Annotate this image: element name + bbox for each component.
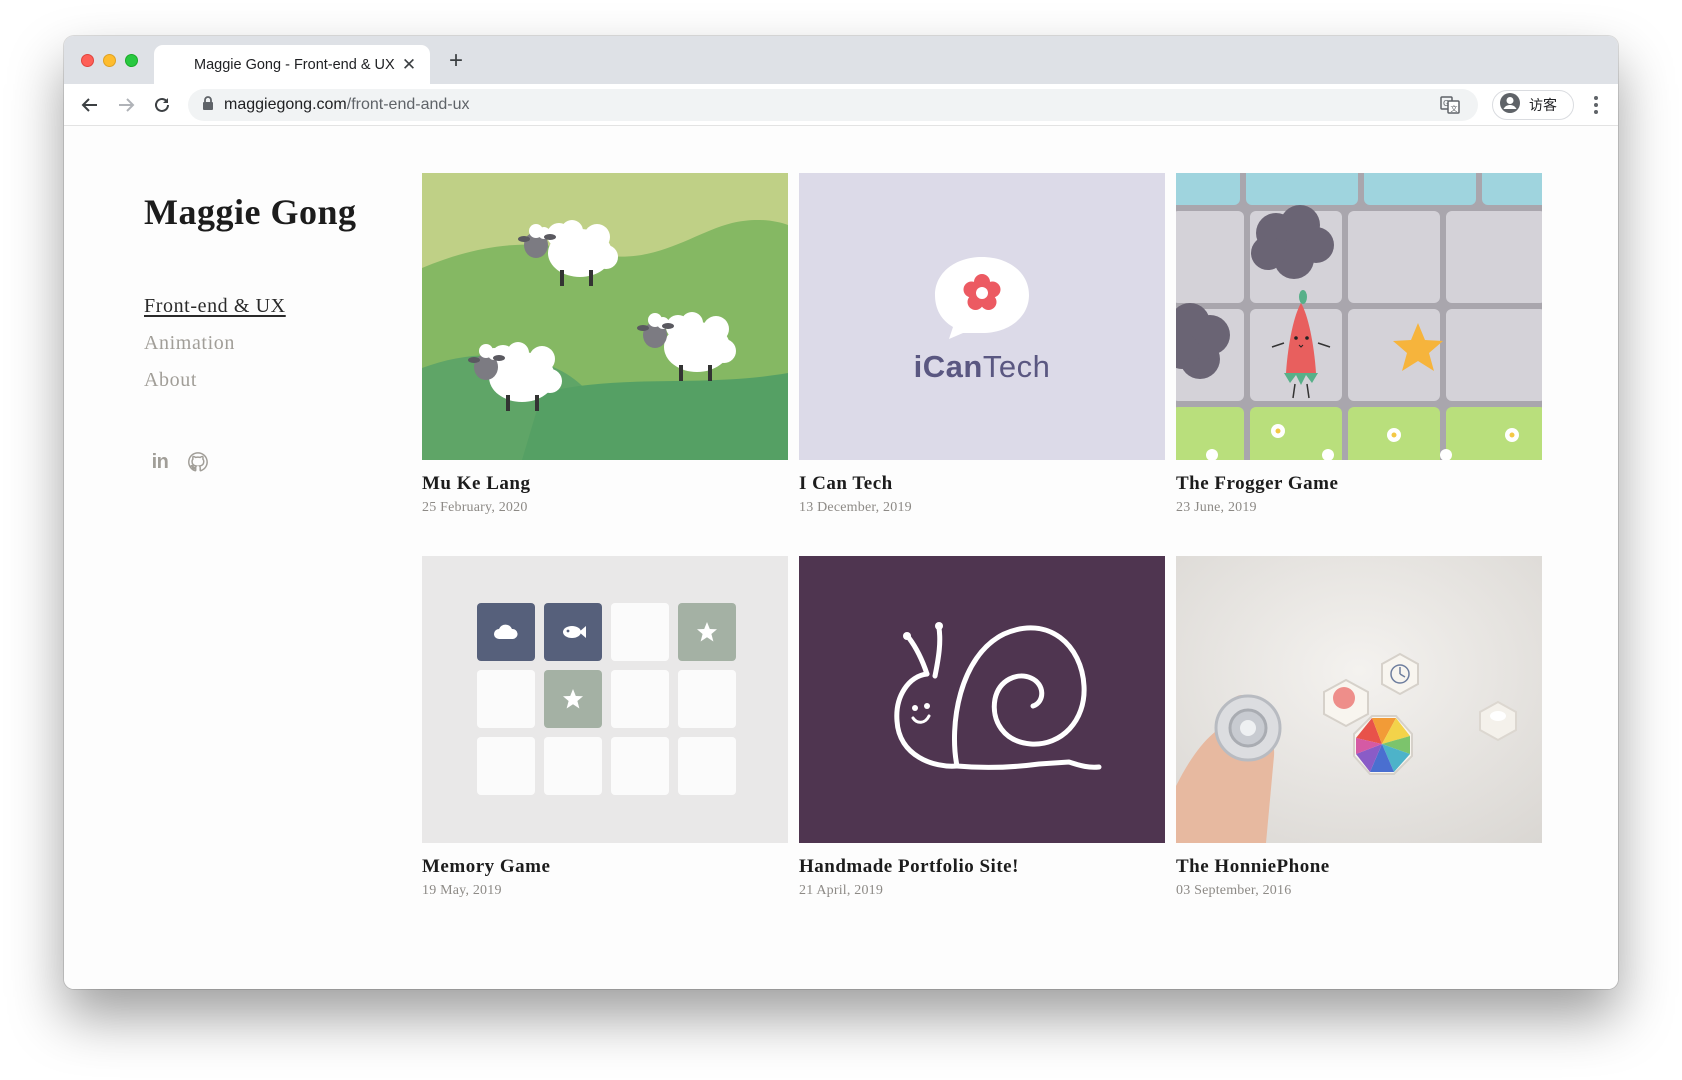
memory-tile <box>678 670 736 728</box>
lock-icon[interactable] <box>202 95 214 115</box>
close-window-button[interactable] <box>81 54 94 67</box>
avatar-icon <box>1499 92 1521 119</box>
nav-front-end-ux[interactable]: Front-end & UX <box>144 295 286 318</box>
social-links: in <box>148 450 210 474</box>
project-title[interactable]: Handmade Portfolio Site! <box>799 856 1165 878</box>
github-icon[interactable] <box>186 450 210 474</box>
memory-tile <box>611 670 669 728</box>
more-menu-icon[interactable] <box>1588 93 1604 117</box>
reload-icon[interactable] <box>150 93 174 117</box>
project-date: 13 December, 2019 <box>799 500 912 515</box>
maximize-window-button[interactable] <box>125 54 138 67</box>
address-toolbar: maggiegong.com/front-end-and-ux G文 访客 <box>64 84 1618 126</box>
url-text[interactable]: maggiegong.com/front-end-and-ux <box>224 96 469 114</box>
tab-strip: Maggie Gong - Front-end & UX ✕ + <box>64 36 1618 84</box>
svg-text:G: G <box>1443 99 1449 108</box>
cloud-icon <box>477 603 535 661</box>
nav-about[interactable]: About <box>144 369 286 392</box>
project-title[interactable]: Mu Ke Lang <box>422 473 788 495</box>
project-title[interactable]: Memory Game <box>422 856 788 878</box>
star-icon <box>544 670 602 728</box>
minimize-window-button[interactable] <box>103 54 116 67</box>
memory-tile <box>678 737 736 795</box>
project-card-handmade-portfolio[interactable]: Handmade Portfolio Site! 21 April, 2019 <box>799 556 1165 899</box>
project-title[interactable]: The Frogger Game <box>1176 473 1542 495</box>
memory-tile <box>544 737 602 795</box>
project-card-i-can-tech[interactable]: iCanTech I Can Tech 13 December, 2019 <box>799 173 1165 516</box>
browser-tab[interactable]: Maggie Gong - Front-end & UX ✕ <box>154 45 430 84</box>
memory-board <box>477 603 736 795</box>
sheep-illustration[interactable] <box>422 173 788 460</box>
memory-tile <box>611 737 669 795</box>
profile-button[interactable]: 访客 <box>1492 90 1574 120</box>
svg-text:文: 文 <box>1451 104 1458 113</box>
memory-tiles[interactable] <box>422 556 788 843</box>
project-title[interactable]: The HonniePhone <box>1176 856 1542 878</box>
project-date: 19 May, 2019 <box>422 883 502 898</box>
icantech-wordmark: iCanTech <box>913 349 1051 384</box>
linkedin-icon[interactable]: in <box>148 450 172 474</box>
project-card-honniephone[interactable]: The HonniePhone 03 September, 2016 <box>1176 556 1542 899</box>
icantech-logo[interactable]: iCanTech <box>799 173 1165 460</box>
address-bar[interactable]: maggiegong.com/front-end-and-ux G文 <box>188 89 1478 121</box>
new-tab-icon[interactable]: + <box>444 49 468 74</box>
project-card-frogger-game[interactable]: The Frogger Game 23 June, 2019 <box>1176 173 1542 516</box>
project-card-mu-ke-lang[interactable]: Mu Ke Lang 25 February, 2020 <box>422 173 788 516</box>
frogger-tiles[interactable] <box>1176 173 1542 460</box>
star-icon <box>678 603 736 661</box>
project-title[interactable]: I Can Tech <box>799 473 1165 495</box>
memory-tile <box>611 603 669 661</box>
memory-tile <box>477 737 535 795</box>
project-date: 03 September, 2016 <box>1176 883 1292 898</box>
project-date: 21 April, 2019 <box>799 883 884 898</box>
tab-title: Maggie Gong - Front-end & UX <box>194 56 395 73</box>
project-date: 23 June, 2019 <box>1176 500 1257 515</box>
project-card-memory-game[interactable]: Memory Game 19 May, 2019 <box>422 556 788 899</box>
snail-drawing[interactable] <box>799 556 1165 843</box>
browser-window: Maggie Gong - Front-end & UX ✕ + maggieg… <box>64 36 1618 989</box>
honniephone-photo[interactable] <box>1176 556 1542 843</box>
fish-icon <box>544 603 602 661</box>
tab-close-icon[interactable]: ✕ <box>400 55 418 74</box>
project-date: 25 February, 2020 <box>422 500 528 515</box>
back-icon[interactable] <box>78 93 102 117</box>
translate-icon[interactable]: G文 <box>1440 96 1460 119</box>
nav-animation[interactable]: Animation <box>144 332 286 355</box>
memory-tile <box>477 670 535 728</box>
forward-icon[interactable] <box>114 93 138 117</box>
site-nav: Front-end & UX Animation About <box>144 295 286 406</box>
profile-label: 访客 <box>1529 98 1557 114</box>
site-title[interactable]: Maggie Gong <box>144 191 356 233</box>
page-content: Maggie Gong Front-end & UX Animation Abo… <box>64 127 1618 989</box>
